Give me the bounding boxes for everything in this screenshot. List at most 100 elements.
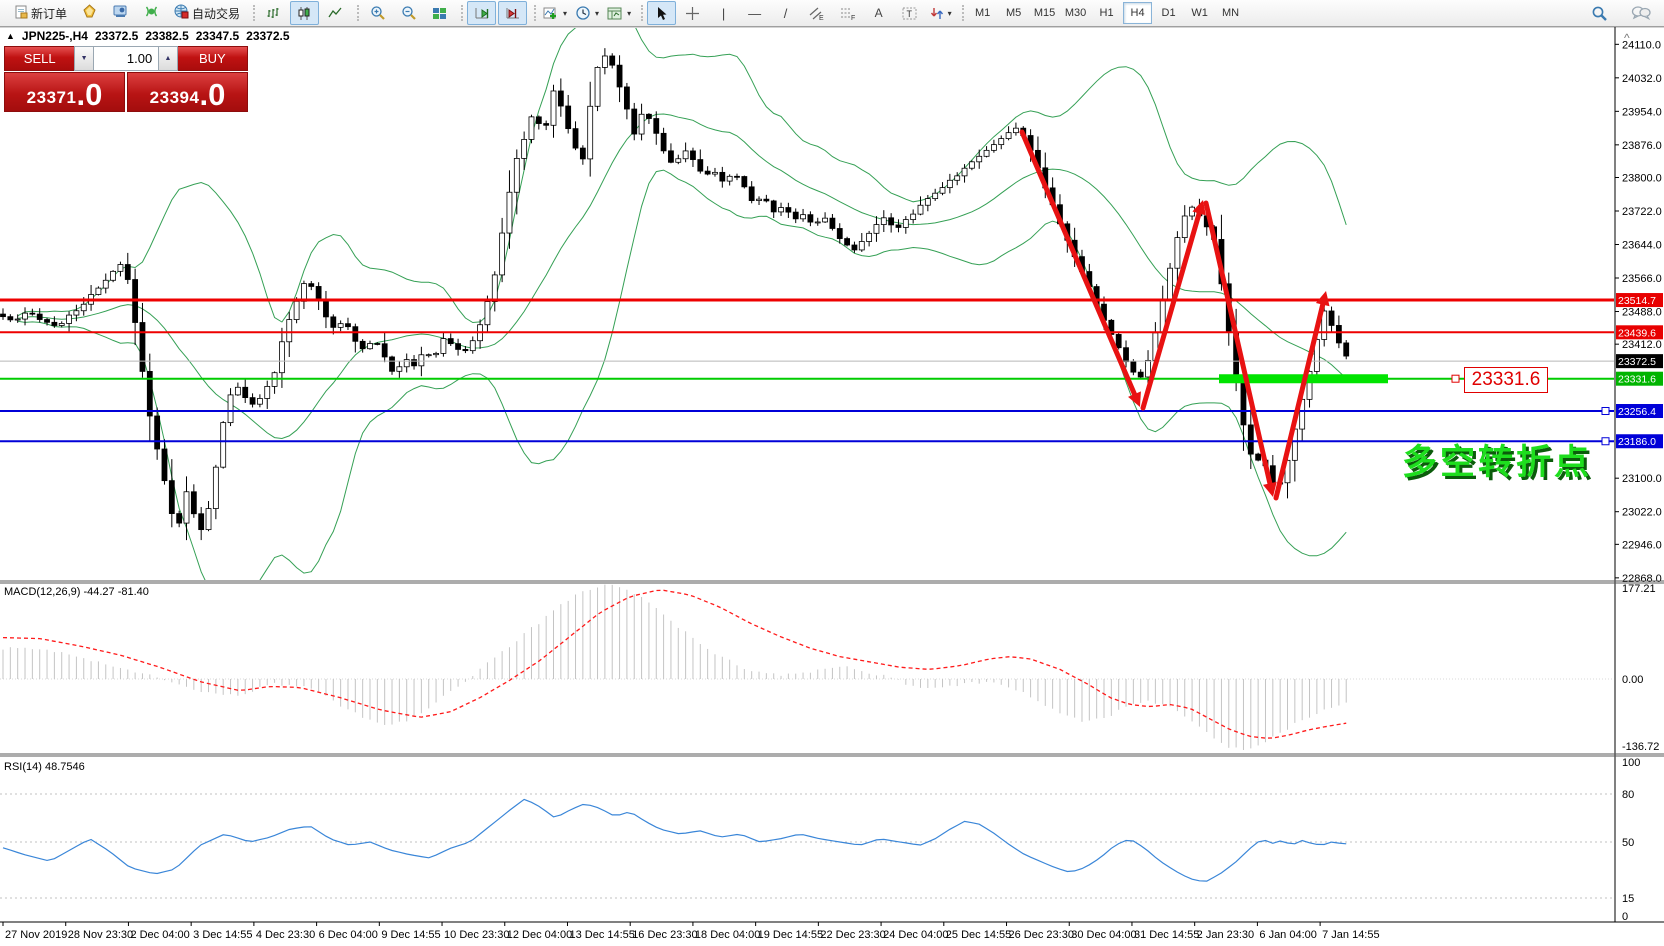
sell-button[interactable]: SELL xyxy=(4,46,74,71)
line-chart-icon xyxy=(328,6,343,21)
text-label-icon: T xyxy=(902,6,918,21)
periods-button[interactable]: ▾ xyxy=(572,1,602,25)
toolbar-group-orders: 新订单 自动交易 xyxy=(0,0,251,26)
timeframe-MN[interactable]: MN xyxy=(1216,2,1245,24)
sell-price-display[interactable]: 23371 .0 xyxy=(4,72,125,112)
trendline-icon: / xyxy=(784,7,788,20)
svg-text:-136.72: -136.72 xyxy=(1622,741,1659,753)
svg-text:23022.0: 23022.0 xyxy=(1622,507,1662,519)
svg-text:0: 0 xyxy=(1622,911,1628,923)
zoom-in-icon xyxy=(370,5,386,21)
volume-decrease-button[interactable]: ▼ xyxy=(74,46,93,71)
buy-price-display[interactable]: 23394 .0 xyxy=(127,72,248,112)
svg-text:24 Dec 04:00: 24 Dec 04:00 xyxy=(883,929,948,941)
new-order-button[interactable]: 新订单 xyxy=(8,1,73,25)
timeframe-H1[interactable]: H1 xyxy=(1092,2,1121,24)
timeframe-H4[interactable]: H4 xyxy=(1123,2,1152,24)
svg-text:6 Dec 04:00: 6 Dec 04:00 xyxy=(319,929,378,941)
strategy-signal-button[interactable] xyxy=(137,1,166,25)
volume-input[interactable]: 1.00 xyxy=(94,46,158,71)
timeframe-M30[interactable]: M30 xyxy=(1061,2,1090,24)
indicators-button[interactable]: ▾ xyxy=(540,1,570,25)
text-label-button[interactable]: T xyxy=(895,1,924,25)
search-icon xyxy=(1591,5,1608,22)
svg-text:23412.0: 23412.0 xyxy=(1622,339,1662,351)
vertical-line-button[interactable]: | xyxy=(709,1,738,25)
zoom-in-button[interactable] xyxy=(363,1,392,25)
arrows-button[interactable]: ▾ xyxy=(926,1,955,25)
timeframe-W1[interactable]: W1 xyxy=(1185,2,1214,24)
zoom-out-button[interactable] xyxy=(394,1,423,25)
toolbar-group-drawing: | — / E F A T ▾ xyxy=(639,0,960,26)
channel-button[interactable]: E xyxy=(802,1,831,25)
arrows-caret: ▾ xyxy=(948,9,952,18)
candlestick-chart-button[interactable] xyxy=(290,1,319,25)
templates-button[interactable]: ▾ xyxy=(604,1,634,25)
trade-panel-collapse-arrow[interactable]: ▲ xyxy=(6,31,15,41)
svg-text:0.00: 0.00 xyxy=(1622,674,1643,686)
macd-indicator-label: MACD(12,26,9) -44.27 -81.40 xyxy=(4,586,149,598)
svg-text:27 Nov 2019: 27 Nov 2019 xyxy=(5,929,67,941)
svg-text:23514.7: 23514.7 xyxy=(1618,295,1656,307)
market-watch-button[interactable] xyxy=(75,1,104,25)
horizontal-line-button[interactable]: — xyxy=(740,1,769,25)
chart-shift-button[interactable] xyxy=(498,1,527,25)
chart-canvas[interactable]: 23514.723439.623372.523331.623256.423186… xyxy=(0,26,1664,946)
market-watch-icon xyxy=(82,4,97,22)
turning-point-annotation: 多空转折点 xyxy=(1402,434,1592,485)
toolbar-group-insert: ▾ ▾ ▾ xyxy=(532,0,639,26)
horizontal-line-icon: — xyxy=(748,7,761,20)
svg-text:23331.6: 23331.6 xyxy=(1618,374,1656,386)
search-button[interactable] xyxy=(1585,1,1614,25)
svg-text:E: E xyxy=(819,15,824,21)
svg-text:18 Dec 04:00: 18 Dec 04:00 xyxy=(695,929,760,941)
chat-button[interactable] xyxy=(1626,1,1655,25)
crosshair-button[interactable] xyxy=(678,1,707,25)
clock-icon xyxy=(575,5,591,21)
svg-text:3 Dec 14:55: 3 Dec 14:55 xyxy=(193,929,252,941)
timeframe-M15[interactable]: M15 xyxy=(1030,2,1059,24)
indicators-icon xyxy=(543,6,559,21)
toolbar-group-timeframes: M1M5M15M30H1H4D1W1MN xyxy=(960,0,1250,26)
buy-price-pips: .0 xyxy=(199,82,225,108)
svg-text:23954.0: 23954.0 xyxy=(1622,106,1662,118)
toolbar-group-scroll xyxy=(459,0,532,26)
svg-text:80: 80 xyxy=(1622,789,1634,801)
svg-text:23256.4: 23256.4 xyxy=(1618,406,1656,418)
svg-text:24032.0: 24032.0 xyxy=(1622,73,1662,85)
text-button[interactable]: A xyxy=(864,1,893,25)
timeframe-M5[interactable]: M5 xyxy=(999,2,1028,24)
line-chart-button[interactable] xyxy=(321,1,350,25)
svg-text:^: ^ xyxy=(1624,31,1630,45)
terminal-icon xyxy=(113,4,128,22)
auto-scroll-button[interactable] xyxy=(467,1,496,25)
buy-price-main: 23394 xyxy=(150,88,200,108)
svg-text:23372.5: 23372.5 xyxy=(1618,356,1656,368)
ohlc-low: 23347.5 xyxy=(196,29,239,43)
autotrading-button[interactable]: 自动交易 xyxy=(168,1,246,25)
buy-button[interactable]: BUY xyxy=(178,46,248,71)
chart-window[interactable]: 23514.723439.623372.523331.623256.423186… xyxy=(0,26,1664,946)
svg-text:23800.0: 23800.0 xyxy=(1622,172,1662,184)
fibonacci-button[interactable]: F xyxy=(833,1,862,25)
bar-chart-button[interactable] xyxy=(259,1,288,25)
ohlc-high: 23382.5 xyxy=(145,29,188,43)
svg-text:30 Dec 04:00: 30 Dec 04:00 xyxy=(1071,929,1136,941)
trendline-button[interactable]: / xyxy=(771,1,800,25)
svg-text:26 Dec 23:30: 26 Dec 23:30 xyxy=(1009,929,1074,941)
price-level-label[interactable]: 23331.6 xyxy=(1464,367,1548,393)
svg-text:13 Dec 14:55: 13 Dec 14:55 xyxy=(569,929,634,941)
cursor-button[interactable] xyxy=(647,1,676,25)
volume-increase-button[interactable]: ▲ xyxy=(158,46,177,71)
timeframe-D1[interactable]: D1 xyxy=(1154,2,1183,24)
terminal-button[interactable] xyxy=(106,1,135,25)
svg-text:16 Dec 23:30: 16 Dec 23:30 xyxy=(632,929,697,941)
svg-text:15: 15 xyxy=(1622,893,1634,905)
chart-title: ▲ JPN225-,H4 23372.5 23382.5 23347.5 233… xyxy=(6,29,290,43)
svg-text:28 Nov 23:30: 28 Nov 23:30 xyxy=(68,929,133,941)
tile-windows-button[interactable] xyxy=(425,1,454,25)
auto-scroll-icon xyxy=(474,6,490,21)
one-click-trade-panel: SELL ▼ 1.00 ▲ BUY 23371 .0 23394 .0 xyxy=(4,46,248,112)
tile-windows-icon xyxy=(432,6,447,21)
timeframe-M1[interactable]: M1 xyxy=(968,2,997,24)
